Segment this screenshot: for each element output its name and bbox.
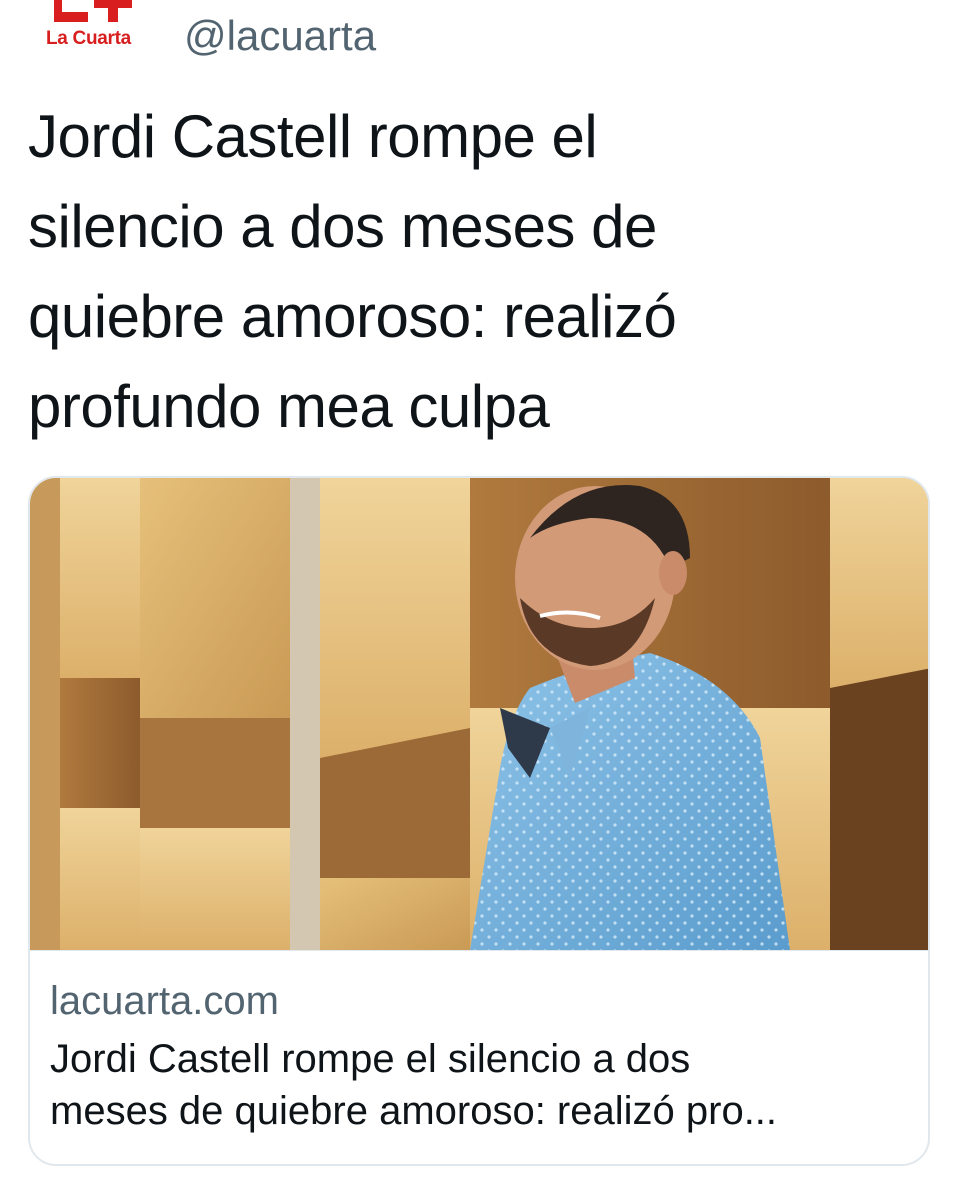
- tweet-text-line: profundo mea culpa: [28, 373, 550, 440]
- link-preview-meta: lacuarta.com Jordi Castell rompe el sile…: [30, 950, 928, 1164]
- la-cuarta-logo[interactable]: La Cuarta: [44, 0, 140, 56]
- tweet-text-line: quiebre amoroso: realizó: [28, 283, 677, 350]
- tweet-text-line: silencio a dos meses de: [28, 193, 657, 260]
- tweet-header: La Cuarta @lacuarta: [0, 0, 960, 80]
- account-handle[interactable]: @lacuarta: [184, 12, 376, 60]
- article-photo-icon: [30, 478, 928, 950]
- tweet-text: Jordi Castell rompe el silencio a dos me…: [28, 92, 908, 452]
- logo-mark-icon: [54, 0, 132, 22]
- logo-text: La Cuarta: [46, 28, 131, 49]
- tweet-text-line: Jordi Castell rompe el: [28, 103, 598, 170]
- article-photo[interactable]: [30, 478, 928, 950]
- tweet-screenshot: La Cuarta @lacuarta Jordi Castell rompe …: [0, 0, 960, 1200]
- link-title: Jordi Castell rompe el silencio a dos me…: [50, 1033, 910, 1137]
- link-title-line: Jordi Castell rompe el silencio a dos: [50, 1037, 691, 1081]
- link-title-line: meses de quiebre amoroso: realizó pro...: [50, 1089, 778, 1133]
- link-domain: lacuarta.com: [50, 979, 279, 1023]
- link-preview-card[interactable]: lacuarta.com Jordi Castell rompe el sile…: [28, 476, 930, 1166]
